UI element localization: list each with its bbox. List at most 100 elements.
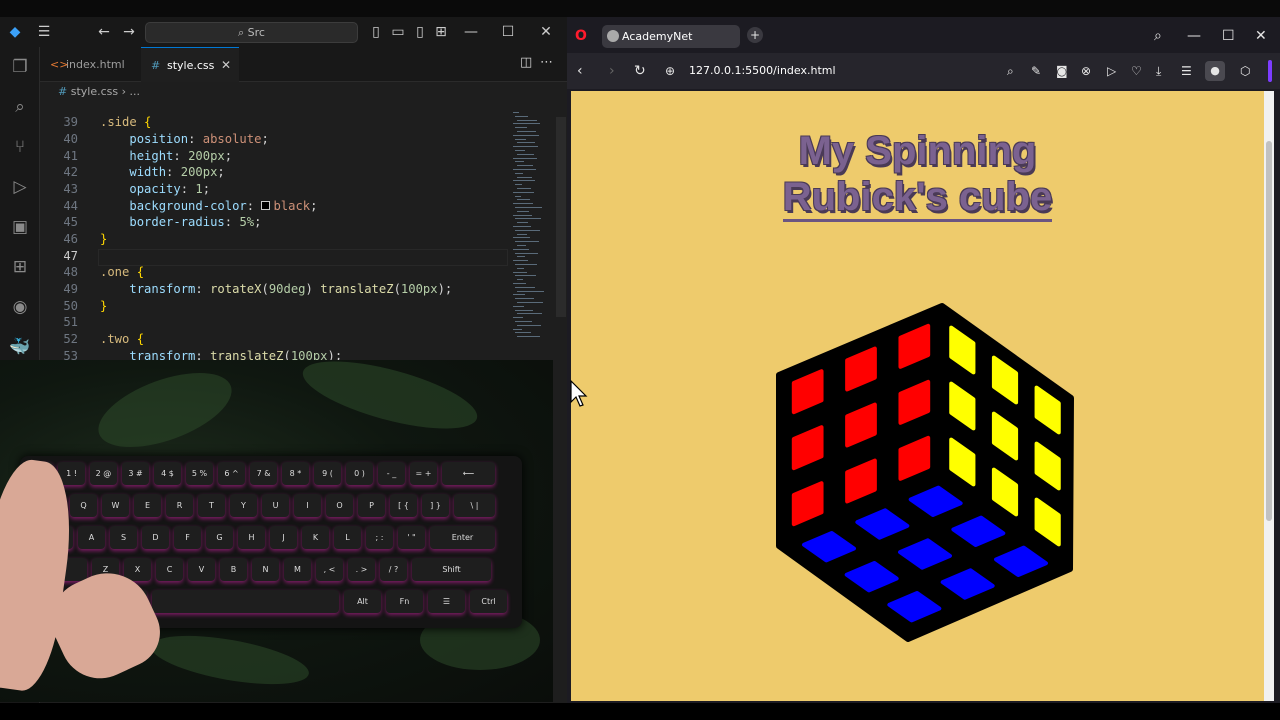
keyboard-key: Shift <box>412 558 491 581</box>
keyboard-key: Fn <box>386 590 423 613</box>
download-icon[interactable]: ⤓ <box>1156 62 1161 80</box>
minimap-line <box>517 210 529 212</box>
forward-icon[interactable]: › <box>609 62 615 80</box>
minimap-line <box>513 157 537 159</box>
keyboard-key: ; : <box>366 526 393 549</box>
github-icon[interactable]: ◉ <box>8 295 32 319</box>
toggle-panel-icon[interactable]: ▭ <box>389 23 407 41</box>
css-file-icon: # <box>58 85 68 98</box>
minimap-line <box>513 271 527 273</box>
keyboard-key: ] } <box>422 494 449 517</box>
close-icon[interactable]: ✕ <box>537 23 555 41</box>
edit-icon[interactable]: ✎ <box>1031 62 1041 80</box>
toggle-secondary-sidebar-icon[interactable]: ▯ <box>411 23 429 41</box>
remote-explorer-icon[interactable]: ▣ <box>8 215 32 239</box>
extensions-icon[interactable]: ⬡ <box>1240 62 1250 80</box>
maximize-icon[interactable]: ☐ <box>499 23 517 41</box>
explorer-icon[interactable]: ❐ <box>8 55 32 79</box>
keyboard-key: G <box>206 526 233 549</box>
reload-icon[interactable]: ↻ <box>634 62 646 80</box>
profile-icon[interactable]: ● <box>1205 61 1225 81</box>
close-icon[interactable]: ✕ <box>1255 27 1267 45</box>
favorites-icon[interactable]: ♡ <box>1131 62 1142 80</box>
minimap-line <box>513 305 524 307</box>
toggle-sidebar-icon[interactable]: ▯ <box>367 23 385 41</box>
minimap-line <box>513 134 539 136</box>
editor-scrollbar[interactable] <box>556 117 566 317</box>
extensions-icon[interactable]: ⊞ <box>8 255 32 279</box>
forward-arrow-icon[interactable]: → <box>120 23 138 41</box>
minimap-line <box>515 321 532 322</box>
zoom-icon[interactable]: ⌕ <box>1007 62 1014 80</box>
opera-logo-icon[interactable]: O <box>575 27 587 45</box>
tab-index-html[interactable]: <> index.html <box>40 47 140 82</box>
camera-icon[interactable]: ◙ <box>1056 62 1068 80</box>
code-line: .two { <box>100 332 145 346</box>
minimap-line <box>513 203 533 205</box>
keyboard-key: Alt <box>344 590 381 613</box>
bottom-bar <box>0 703 1280 720</box>
keyboard-key: 0 ) <box>346 462 373 485</box>
minimap-line <box>513 112 519 113</box>
keyboard-key: . > <box>348 558 375 581</box>
line-number: 48 <box>63 265 78 279</box>
code-line: height: 200px; <box>129 149 233 163</box>
code-line: width: 200px; <box>129 165 225 179</box>
menu-icon[interactable]: ☰ <box>35 23 53 41</box>
keyboard-key: H <box>238 526 265 549</box>
page-scrollbar[interactable] <box>1264 91 1274 701</box>
keyboard-key: 3 # <box>122 462 149 485</box>
customize-layout-icon[interactable]: ⊞ <box>432 23 450 41</box>
browser-tab[interactable]: AcademyNet <box>602 25 740 48</box>
minimap-line <box>517 142 535 144</box>
minimap-line <box>515 264 537 265</box>
keyboard-key: K <box>302 526 329 549</box>
url-field[interactable]: 127.0.0.1:5500/index.html <box>689 64 836 77</box>
new-tab-icon[interactable]: + <box>747 27 763 43</box>
breadcrumb-file[interactable]: style.css <box>71 85 118 98</box>
line-number: 47 <box>63 249 78 263</box>
player-icon[interactable]: ▷ <box>1107 62 1116 80</box>
back-icon[interactable]: ‹ <box>577 62 583 80</box>
minimize-icon[interactable]: — <box>1187 27 1201 45</box>
search-icon[interactable]: ⌕ <box>8 95 32 119</box>
chevron-right-icon: › <box>121 85 130 98</box>
search-tabs-icon[interactable]: ⌕ <box>1154 27 1162 45</box>
minimap-line <box>515 115 528 117</box>
keyboard-key: Q <box>70 494 97 517</box>
minimap-line <box>517 188 531 189</box>
minimap-line <box>515 218 541 220</box>
scrollbar-thumb[interactable] <box>1266 141 1272 521</box>
code-line: opacity: 1; <box>129 182 211 196</box>
minimize-icon[interactable]: — <box>462 23 480 41</box>
address-bar: ‹ › ↻ ⊕ 127.0.0.1:5500/index.html ⌕ ✎ ◙ … <box>567 53 1280 89</box>
back-arrow-icon[interactable]: ← <box>95 23 113 41</box>
minimap-line <box>517 222 528 224</box>
site-info-icon[interactable]: ⊕ <box>665 62 675 80</box>
minimap-line <box>515 275 536 277</box>
color-swatch[interactable] <box>261 201 271 210</box>
minimap-line <box>515 172 523 174</box>
run-debug-icon[interactable]: ▷ <box>8 175 32 199</box>
minimap-line <box>513 191 534 193</box>
line-number: 43 <box>63 182 78 196</box>
line-number: 45 <box>63 215 78 229</box>
tab-style-css[interactable]: # style.css ✕ <box>141 47 239 82</box>
code-editor[interactable]: 39 40 41 42 43 44 45 46 47 48 49 50 51 5… <box>40 102 567 379</box>
command-center-search[interactable]: ⌕ Src <box>145 22 358 43</box>
keyboard-key: J <box>270 526 297 549</box>
source-control-icon[interactable]: ⑂ <box>8 135 32 159</box>
line-number: 44 <box>63 199 78 213</box>
easy-setup-icon[interactable]: ☰ <box>1181 62 1192 80</box>
maximize-icon[interactable]: ☐ <box>1222 27 1235 45</box>
breadcrumb-more[interactable]: ... <box>130 85 141 98</box>
keyboard-key: A <box>78 526 105 549</box>
split-editor-icon[interactable]: ◫ <box>520 55 532 70</box>
docker-icon[interactable]: 🐳 <box>8 335 32 359</box>
close-tab-icon[interactable]: ✕ <box>221 48 231 83</box>
minimap-line <box>513 226 531 227</box>
more-actions-icon[interactable]: ⋯ <box>540 55 553 70</box>
adblock-icon[interactable]: ⊗ <box>1081 62 1091 80</box>
minimap[interactable] <box>513 112 544 347</box>
keyboard-key: 4 $ <box>154 462 181 485</box>
